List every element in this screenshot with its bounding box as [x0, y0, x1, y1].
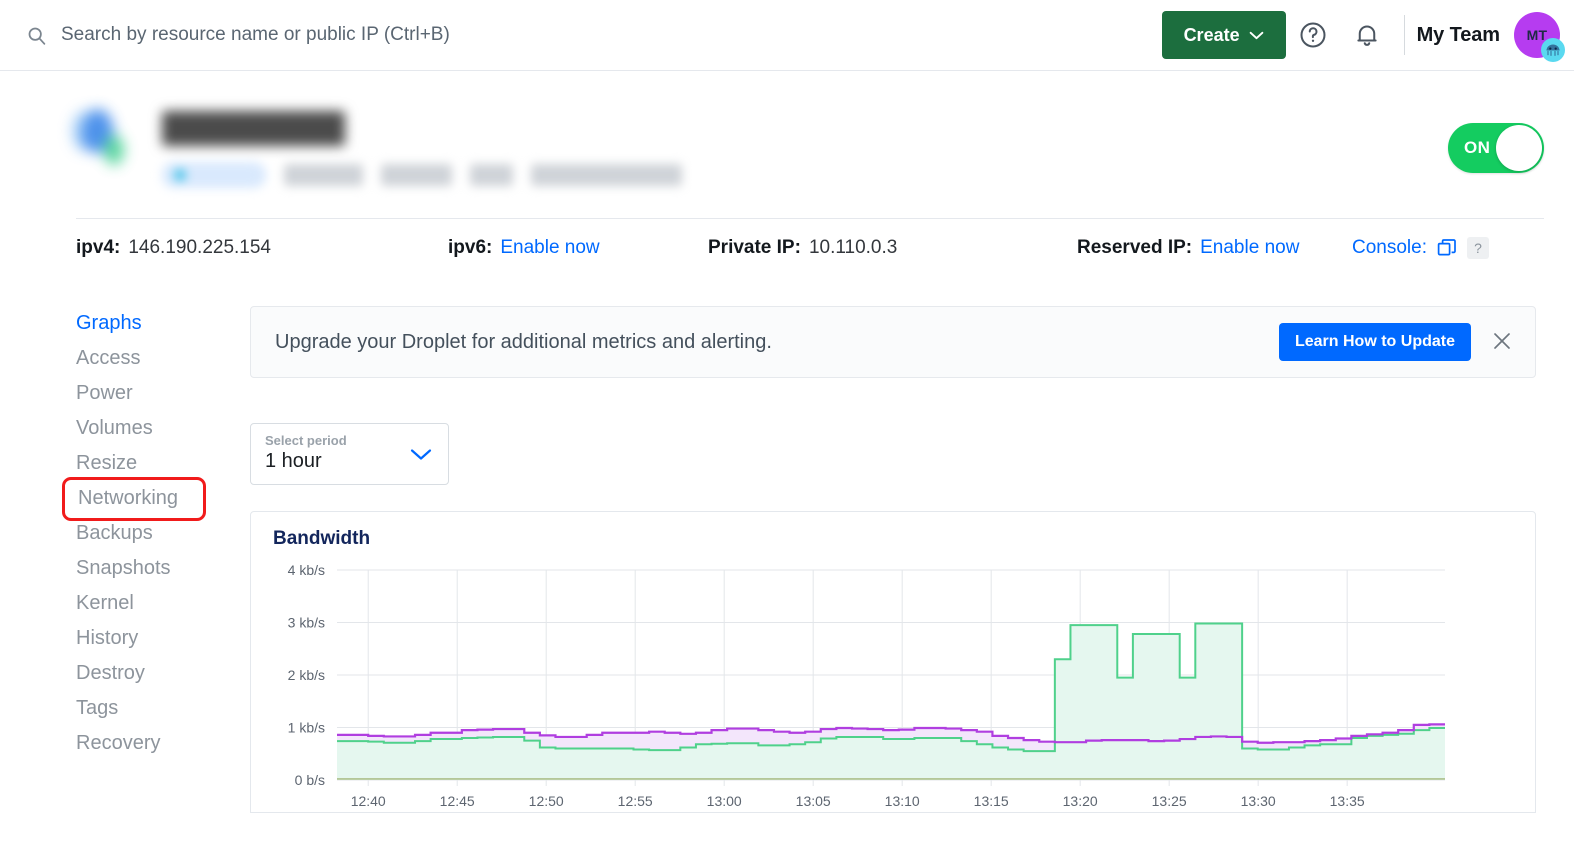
svg-text:13:00: 13:00 [707, 793, 742, 809]
page-body: Graphs Access Power Volumes Resize Netwo… [0, 276, 1574, 813]
console-label[interactable]: Console: [1352, 237, 1427, 259]
power-toggle[interactable]: ON [1448, 123, 1544, 173]
sidebar-item-backups[interactable]: Backups [76, 516, 250, 551]
svg-text:13:10: 13:10 [885, 793, 920, 809]
console-launch-icon[interactable] [1437, 238, 1457, 258]
droplet-name: droplet-name [162, 111, 345, 146]
sidebar-item-access[interactable]: Access [76, 341, 250, 376]
sidebar-item-history[interactable]: History [76, 621, 250, 656]
upgrade-banner: Upgrade your Droplet for additional metr… [250, 306, 1536, 378]
ipv6-info: ipv6: Enable now [448, 237, 708, 259]
sidebar-item-power[interactable]: Power [76, 376, 250, 411]
svg-text:13:15: 13:15 [974, 793, 1009, 809]
period-select[interactable]: Select period 1 hour [250, 423, 449, 485]
search-icon [26, 25, 47, 46]
console-info: Console: ? [1352, 237, 1489, 259]
svg-text:12:40: 12:40 [351, 793, 386, 809]
team-name-label[interactable]: My Team [1417, 24, 1500, 47]
close-banner-button[interactable] [1487, 327, 1517, 357]
ipv6-enable-link[interactable]: Enable now [500, 237, 599, 259]
power-toggle-label: ON [1464, 138, 1490, 158]
droplet-power-toggle-container: ON [1448, 123, 1544, 173]
notifications-button[interactable] [1340, 8, 1394, 62]
console-help-button[interactable]: ? [1467, 237, 1489, 259]
ipv4-value: 146.190.225.154 [128, 237, 271, 259]
svg-text:12:55: 12:55 [618, 793, 653, 809]
svg-text:13:30: 13:30 [1241, 793, 1276, 809]
top-navigation-bar: Create [0, 0, 1574, 71]
droplet-subinfo: ooooooo oooooooo ooooooo oooo oooooooooo… [162, 162, 682, 188]
private-ip-label: Private IP: [708, 237, 801, 259]
reserved-ip-enable-link[interactable]: Enable now [1200, 237, 1299, 259]
svg-text:3 kb/s: 3 kb/s [288, 615, 325, 631]
svg-text:12:45: 12:45 [440, 793, 475, 809]
chevron-down-icon [1249, 31, 1264, 40]
svg-text:4 kb/s: 4 kb/s [288, 562, 325, 578]
ipv4-info: ipv4: 146.190.225.154 [76, 237, 448, 259]
droplet-header: droplet-name ooooooo oooooooo ooooooo oo… [0, 71, 1574, 218]
private-ip-value: 10.110.0.3 [809, 237, 897, 259]
close-icon [1491, 330, 1513, 355]
svg-text:13:20: 13:20 [1063, 793, 1098, 809]
sidebar-item-recovery[interactable]: Recovery [76, 726, 250, 761]
create-button-label: Create [1184, 25, 1240, 46]
bandwidth-chart-svg[interactable]: 0 b/s 1 kb/s 2 kb/s 3 kb/s 4 kb/s 12:40 12:45 1… [265, 562, 1455, 813]
droplet-project-text: oooooooooooooooo [531, 164, 681, 186]
ipv6-label: ipv6: [448, 237, 492, 259]
svg-text:13:35: 13:35 [1330, 793, 1365, 809]
chart-title: Bandwidth [265, 528, 1517, 550]
create-button[interactable]: Create [1162, 11, 1286, 59]
bandwidth-chart[interactable]: 0 b/s 1 kb/s 2 kb/s 3 kb/s 4 kb/s 12:40 12:45 1… [265, 562, 1517, 813]
sidebar-item-networking[interactable]: Networking [76, 481, 216, 516]
droplet-sidebar-nav: Graphs Access Power Volumes Resize Netwo… [0, 306, 250, 813]
learn-how-to-update-button[interactable]: Learn How to Update [1279, 323, 1471, 361]
sidebar-item-resize[interactable]: Resize [76, 446, 250, 481]
svg-text:2 kb/s: 2 kb/s [288, 667, 325, 683]
network-info-row: ipv4: 146.190.225.154 ipv6: Enable now P… [76, 218, 1544, 276]
droplet-region-text: ooooooo [381, 164, 451, 186]
reserved-ip-label: Reserved IP: [1077, 237, 1192, 259]
reserved-ip-info: Reserved IP: Enable now [1077, 237, 1352, 259]
sidebar-item-kernel[interactable]: Kernel [76, 586, 250, 621]
droplet-meta: droplet-name ooooooo oooooooo ooooooo oo… [162, 95, 682, 188]
svg-text:13:05: 13:05 [796, 793, 831, 809]
private-ip-info: Private IP: 10.110.0.3 [708, 237, 1077, 259]
top-bar-divider [1404, 15, 1405, 55]
bandwidth-chart-card: Bandwidth 0 b/s 1 kb/s 2 kb/s 3 kb/s 4 kb/s 1… [250, 511, 1536, 813]
toggle-knob [1496, 125, 1542, 171]
svg-text:12:50: 12:50 [529, 793, 564, 809]
sidebar-item-tags[interactable]: Tags [76, 691, 250, 726]
droplet-size-text: oooooooo [284, 164, 363, 186]
droplet-status-chip: ooooooo [162, 162, 266, 188]
period-select-label: Select period [265, 433, 434, 448]
search-input[interactable] [61, 15, 681, 55]
top-bar-actions: Create [1162, 0, 1574, 70]
period-select-value: 1 hour [265, 450, 434, 473]
distro-logo-icon [72, 105, 144, 177]
user-avatar-container[interactable]: MT [1514, 12, 1560, 58]
sidebar-item-volumes[interactable]: Volumes [76, 411, 250, 446]
svg-text:13:25: 13:25 [1152, 793, 1187, 809]
upgrade-banner-text: Upgrade your Droplet for additional metr… [275, 331, 1263, 354]
jellyfish-badge-icon [1541, 38, 1565, 62]
sidebar-item-graphs[interactable]: Graphs [76, 306, 250, 341]
main-content: Upgrade your Droplet for additional metr… [250, 306, 1574, 813]
droplet-identity: droplet-name ooooooo oooooooo ooooooo oo… [72, 95, 682, 188]
question-circle-icon [1298, 20, 1328, 50]
sidebar-item-destroy[interactable]: Destroy [76, 656, 250, 691]
help-button[interactable] [1286, 8, 1340, 62]
svg-text:1 kb/s: 1 kb/s [288, 720, 325, 736]
bell-icon [1352, 20, 1382, 50]
global-search-container [0, 0, 1162, 70]
sidebar-item-snapshots[interactable]: Snapshots [76, 551, 250, 586]
ipv4-label: ipv4: [76, 237, 120, 259]
svg-text:0 b/s: 0 b/s [295, 772, 325, 788]
droplet-tag-text: oooo [470, 164, 514, 186]
